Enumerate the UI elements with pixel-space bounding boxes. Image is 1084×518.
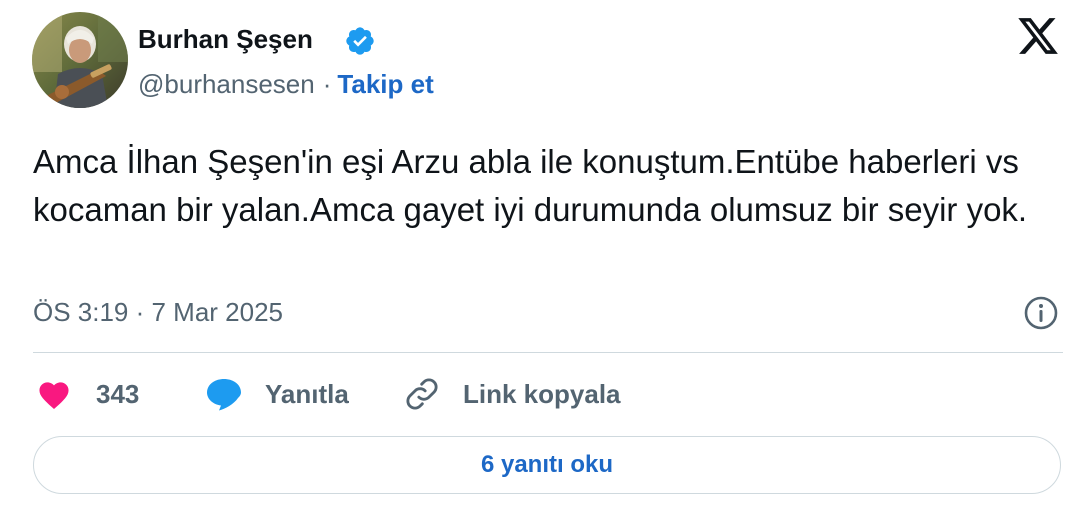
heart-icon bbox=[36, 378, 72, 410]
link-icon bbox=[403, 375, 441, 413]
reply-button[interactable]: Yanıtla bbox=[205, 374, 349, 414]
copy-link-button[interactable]: Link kopyala bbox=[403, 374, 621, 414]
avatar[interactable] bbox=[32, 12, 128, 108]
like-button[interactable]: 343 bbox=[36, 374, 139, 414]
tweet-card: Burhan Şeşen @burhansesen · Takip et Amca … bbox=[0, 0, 1084, 518]
speech-bubble-icon bbox=[205, 376, 243, 412]
x-logo-icon[interactable] bbox=[1016, 14, 1060, 58]
read-replies-button[interactable]: 6 yanıtı oku bbox=[33, 436, 1061, 494]
copy-link-label: Link kopyala bbox=[463, 378, 621, 409]
follow-link[interactable]: Takip et bbox=[337, 69, 433, 99]
tweet-timestamp[interactable]: ÖS 3:19 · 7 Mar 2025 bbox=[33, 297, 283, 328]
author-name[interactable]: Burhan Şeşen bbox=[138, 24, 313, 55]
separator-dot: · bbox=[322, 69, 332, 99]
reply-label: Yanıtla bbox=[265, 378, 349, 409]
tweet-text: Amca İlhan Şeşen'in eşi Arzu abla ile ko… bbox=[33, 143, 1028, 228]
divider bbox=[33, 352, 1063, 353]
verified-badge-icon bbox=[344, 25, 376, 57]
handle-row: @burhansesen · Takip et bbox=[138, 69, 434, 100]
like-count: 343 bbox=[96, 378, 140, 409]
author-handle[interactable]: @burhansesen bbox=[138, 69, 315, 99]
info-icon[interactable] bbox=[1023, 295, 1059, 331]
